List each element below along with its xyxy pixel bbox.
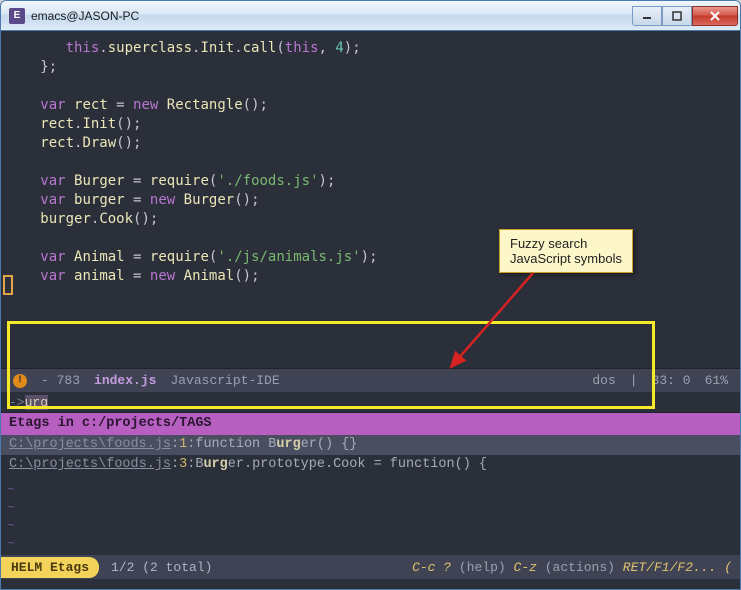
mode-line-percent: 61% xyxy=(705,373,728,388)
titlebar[interactable]: E emacs@JASON-PC xyxy=(1,1,740,31)
mode-line-position: 33: 0 xyxy=(652,373,691,388)
helm-hints: C-c ? (help) C-z (actions) RET/F1/F2... … xyxy=(412,560,740,575)
helm-mode-line[interactable]: HELM Etags 1/2 (2 total) C-c ? (help) C-… xyxy=(1,555,740,579)
minibuffer[interactable]: ->urg xyxy=(1,392,740,412)
maximize-button[interactable] xyxy=(662,6,692,26)
helm-candidate-count: 1/2 (2 total) xyxy=(111,560,212,575)
close-icon xyxy=(709,10,721,22)
window-frame: E emacs@JASON-PC this.superclass.Init.ca… xyxy=(0,0,741,590)
mode-line-filename: index.js xyxy=(94,373,156,388)
helm-candidate-row[interactable]: C:\projects\foods.js:1:function Burger()… xyxy=(1,435,740,455)
cursor-indicator xyxy=(3,275,13,295)
callout-line2: JavaScript symbols xyxy=(510,251,622,266)
app-icon: E xyxy=(9,8,25,24)
code-buffer[interactable]: this.superclass.Init.call(this, 4); }; v… xyxy=(1,31,740,368)
mode-line-mode: Javascript-IDE xyxy=(170,373,279,388)
helm-results: Etags in c:/projects/TAGS C:\projects\fo… xyxy=(1,412,740,479)
helm-mode-label: HELM Etags xyxy=(1,557,99,578)
helm-source-header: Etags in c:/projects/TAGS xyxy=(1,413,740,435)
minimize-icon xyxy=(642,11,652,21)
editor-area: this.superclass.Init.call(this, 4); }; v… xyxy=(1,31,740,589)
window-title: emacs@JASON-PC xyxy=(31,9,632,23)
minibuffer-input[interactable]: urg xyxy=(25,395,48,410)
warning-icon: ! xyxy=(13,374,27,388)
empty-lines: ~~~~ xyxy=(1,479,740,555)
mode-line-flags: - 783 xyxy=(41,373,80,388)
maximize-icon xyxy=(672,11,682,21)
mode-line-encoding: dos xyxy=(592,373,615,388)
minimize-button[interactable] xyxy=(632,6,662,26)
helm-candidate-row[interactable]: C:\projects\foods.js:3:Burger.prototype.… xyxy=(1,455,740,475)
mode-line[interactable]: ! - 783 index.js Javascript-IDE dos | 33… xyxy=(1,368,740,392)
minibuffer-prompt: -> xyxy=(9,395,25,410)
callout-line1: Fuzzy search xyxy=(510,236,622,251)
close-button[interactable] xyxy=(692,6,738,26)
annotation-callout: Fuzzy search JavaScript symbols xyxy=(499,229,633,273)
